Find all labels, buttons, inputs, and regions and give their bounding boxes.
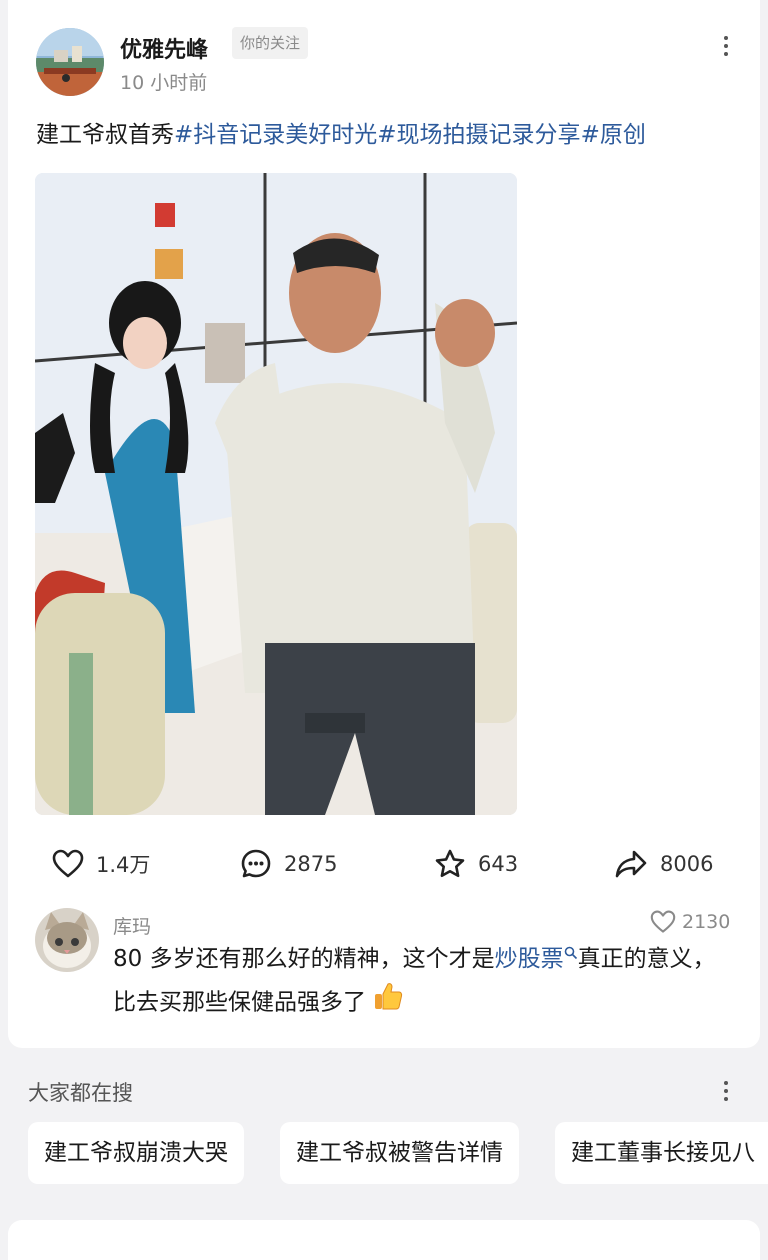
commenter-name[interactable]: 库玛	[113, 912, 151, 939]
comment-text-part: 80 多岁还有那么好的精神，这个才是	[113, 946, 495, 972]
search-suggestion-chip[interactable]: 建工董事长接见八	[555, 1122, 768, 1184]
share-count: 8006	[660, 852, 714, 876]
more-icon[interactable]	[716, 1076, 736, 1106]
search-suggestion-chip[interactable]: 建工爷叔被警告详情	[280, 1122, 519, 1184]
share-arrow-icon	[615, 850, 647, 878]
comment-count: 2875	[284, 852, 338, 876]
comment-text: 80 多岁还有那么好的精神，这个才是炒股票 真正的意义，比去买那些保健品强多了	[113, 938, 733, 1026]
like-count: 1.4万	[96, 853, 151, 877]
author-name[interactable]: 优雅先峰	[120, 32, 208, 64]
post-card: 优雅先峰 你的关注 10 小时前 建工爷叔首秀#抖音记录美好时光#现场拍摄记录分…	[8, 0, 760, 1048]
post-timestamp: 10 小时前	[120, 72, 208, 94]
comment-button[interactable]: 2875	[240, 842, 337, 886]
post-text: 建工爷叔首秀#抖音记录美好时光#现场拍摄记录分享#原创	[36, 118, 736, 152]
comment-bubble-icon	[241, 849, 271, 878]
video-thumbnail[interactable]	[35, 173, 517, 815]
heart-icon	[650, 910, 676, 933]
hashtag-link[interactable]: #现场拍摄记录分享	[377, 122, 580, 148]
like-button[interactable]: 1.4万	[52, 842, 150, 886]
comment-like-count: 2130	[682, 911, 731, 933]
thumbs-up-emoji	[372, 980, 404, 1026]
star-icon	[435, 849, 465, 878]
hashtag-link[interactable]: #抖音记录美好时光	[174, 122, 377, 148]
search-keyword-link[interactable]: 炒股票	[495, 946, 578, 972]
follow-status-badge: 你的关注	[232, 27, 309, 59]
hashtag-link[interactable]: #原创	[581, 122, 646, 148]
post-title-text: 建工爷叔首秀	[36, 122, 174, 148]
post-actions: 1.4万 2875 643 8006	[8, 842, 760, 886]
next-card	[8, 1220, 760, 1260]
more-icon[interactable]	[714, 30, 738, 62]
search-suggestion-chip[interactable]: 建工爷叔崩溃大哭	[28, 1122, 244, 1184]
commenter-avatar[interactable]	[35, 908, 99, 972]
search-section-title: 大家都在搜	[28, 1081, 133, 1105]
author-avatar[interactable]	[36, 28, 104, 96]
favorite-count: 643	[478, 852, 519, 876]
search-icon	[564, 946, 577, 960]
favorite-button[interactable]: 643	[434, 842, 518, 886]
heart-icon	[52, 849, 84, 878]
keyword-text: 炒股票	[494, 946, 564, 972]
comment-like-button[interactable]: 2130	[650, 910, 730, 934]
share-button[interactable]: 8006	[614, 842, 713, 886]
